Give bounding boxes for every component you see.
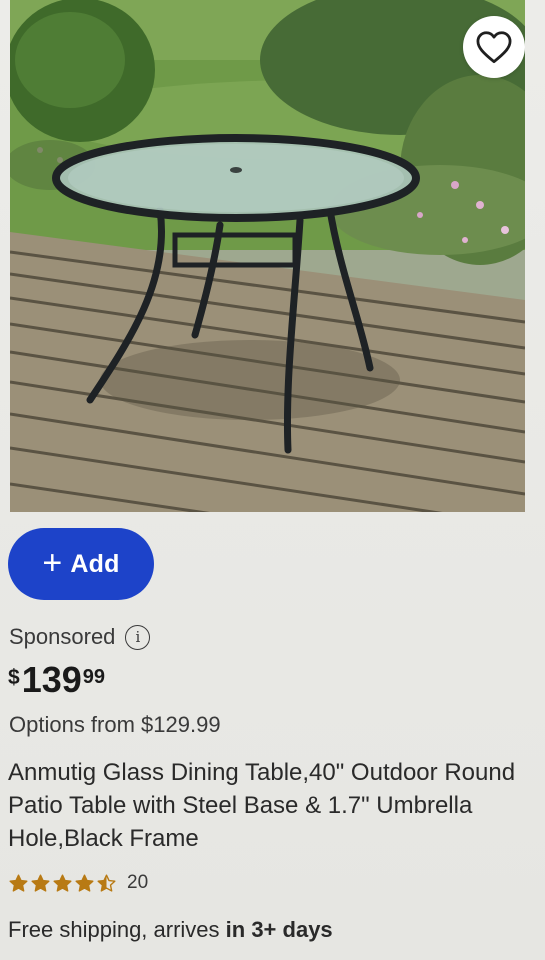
star-rating — [8, 873, 117, 894]
star-icon — [9, 873, 28, 892]
add-button-label: Add — [70, 549, 120, 578]
star-icon — [75, 873, 94, 892]
favorite-button[interactable] — [463, 16, 525, 78]
price-cents: 99 — [82, 666, 106, 688]
sponsored-label: Sponsored — [9, 624, 116, 649]
shipping-eta: in 3+ days — [225, 917, 333, 942]
price: $ 139 99 — [8, 660, 105, 700]
price-currency: $ — [8, 666, 20, 689]
heart-icon — [476, 31, 512, 64]
product-photo — [10, 0, 525, 512]
product-title[interactable]: Anmutig Glass Dining Table,40" Outdoor R… — [8, 756, 533, 855]
review-count: 20 — [127, 872, 149, 893]
sponsored-row: Sponsored i — [9, 624, 151, 650]
product-card[interactable]: + Add Sponsored i $ 139 99 Options from … — [0, 0, 545, 960]
price-dollars: 139 — [21, 659, 82, 700]
rating-row[interactable]: 20 — [8, 872, 148, 894]
shipping-prefix: Free shipping, arrives — [8, 917, 226, 942]
product-image[interactable] — [10, 0, 525, 512]
info-icon[interactable]: i — [125, 624, 151, 650]
options-from-price: Options from $129.99 — [9, 712, 221, 737]
star-icon — [53, 873, 72, 892]
add-to-cart-button[interactable]: + Add — [8, 528, 154, 600]
plus-icon: + — [42, 543, 63, 582]
star-icon — [97, 873, 116, 892]
shipping-info: Free shipping, arrives in 3+ days — [8, 917, 333, 943]
star-icon — [31, 873, 50, 892]
